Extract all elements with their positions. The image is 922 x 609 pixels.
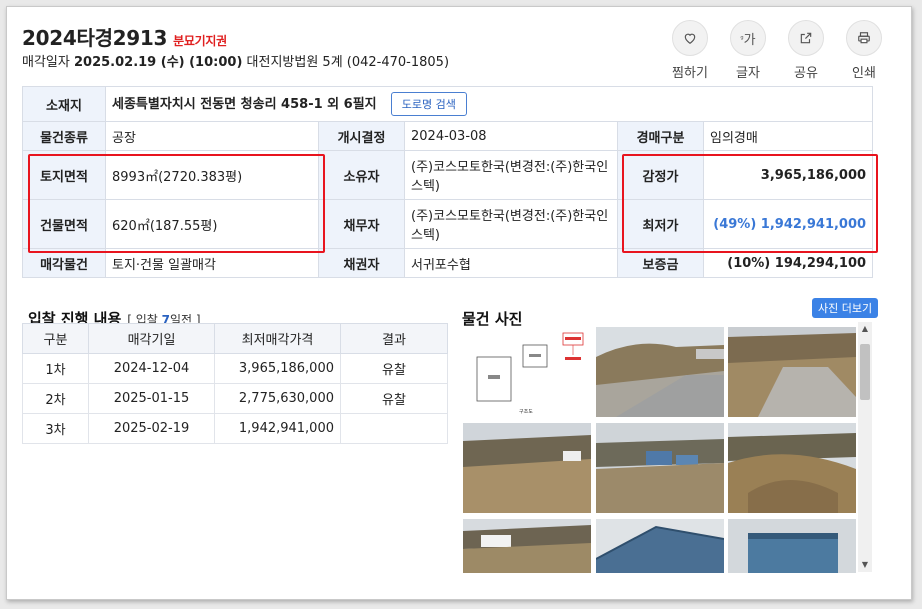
- start-value: 2024-03-08: [404, 121, 618, 151]
- court-info: 대전지방법원 5계 (042-470-1805): [246, 55, 450, 70]
- photo-thumb-4[interactable]: [463, 423, 591, 513]
- location-label: 소재지: [22, 86, 106, 122]
- building-area-label: 건물면적: [22, 199, 106, 249]
- table-row: 3차 2025-02-19 1,942,941,000: [22, 413, 448, 444]
- round-cell: 2차: [22, 383, 89, 414]
- building-area-value: 620㎡(187.55평): [105, 199, 319, 249]
- photo-thumb-5[interactable]: [596, 423, 724, 513]
- round-cell: 3차: [22, 413, 89, 444]
- sale-date-line: 매각일자 2025.02.19 (수) (10:00) 대전지방법원 5계 (0…: [22, 51, 449, 70]
- share-label: 공유: [794, 66, 818, 81]
- min-price-value: (49%) 1,942,941,000: [702, 199, 874, 249]
- creditor-label: 채권자: [318, 248, 405, 278]
- heart-icon: [672, 20, 708, 56]
- photo-thumb-2[interactable]: [596, 327, 724, 417]
- auction-type-value: 임의경매: [702, 121, 874, 151]
- date-cell: 2024-12-04: [88, 353, 215, 384]
- photo-thumb-7[interactable]: [463, 519, 591, 573]
- photo-thumb-8[interactable]: [596, 519, 724, 573]
- result-cell: 유찰: [340, 383, 448, 414]
- result-cell: 유찰: [340, 353, 448, 384]
- scroll-down-icon[interactable]: ▼: [858, 558, 872, 572]
- text-size-button[interactable]: ᵍ가 글자: [730, 20, 766, 81]
- owner-value: (주)코스모토한국(변경전:(주)한국인스텍): [404, 150, 618, 200]
- sale-object-label: 매각물건: [22, 248, 106, 278]
- scroll-up-icon[interactable]: ▲: [858, 322, 872, 336]
- action-bar: 찜하기 ᵍ가 글자 공유 인쇄: [672, 20, 882, 81]
- price-cell: 3,965,186,000: [214, 353, 341, 384]
- deposit-value: (10%) 194,294,100: [702, 248, 874, 278]
- photo-thumb-3[interactable]: [728, 327, 856, 417]
- grave-right-badge: 분묘기지권: [173, 34, 227, 48]
- sale-date-label: 매각일자: [22, 55, 70, 70]
- debtor-value: (주)코스모토한국(변경전:(주)한국인스텍): [404, 199, 618, 249]
- sale-date-value: 2025.02.19 (수) (10:00): [73, 55, 243, 70]
- road-name-search-button[interactable]: 도로명 검색: [390, 92, 467, 116]
- table-row: 2차 2025-01-15 2,775,630,000 유찰: [22, 383, 448, 414]
- deposit-label: 보증금: [617, 248, 704, 278]
- sale-object-value: 토지·건물 일괄매각: [105, 248, 319, 278]
- table-row: 1차 2024-12-04 3,965,186,000 유찰: [22, 353, 448, 384]
- auction-type-label: 경매구분: [617, 121, 704, 151]
- creditor-value: 서귀포수협: [404, 248, 618, 278]
- print-label: 인쇄: [852, 66, 876, 81]
- bid-history-table: 구분 매각기일 최저매각가격 결과 1차 2024-12-04 3,965,18…: [22, 323, 448, 444]
- round-cell: 1차: [22, 353, 89, 384]
- owner-label: 소유자: [318, 150, 405, 200]
- land-area-label: 토지면적: [22, 150, 106, 200]
- result-cell: [340, 413, 448, 444]
- start-label: 개시결정: [318, 121, 405, 151]
- bid-header-row: 구분 매각기일 최저매각가격 결과: [22, 323, 448, 354]
- col-min-price: 최저매각가격: [214, 323, 341, 354]
- appraisal-label: 감정가: [617, 150, 704, 200]
- gallery-scrollbar[interactable]: ▲ ▼: [858, 322, 872, 572]
- price-cell: 1,942,941,000: [214, 413, 341, 444]
- debtor-label: 채무자: [318, 199, 405, 249]
- share-icon: [788, 20, 824, 56]
- more-photos-button[interactable]: 사진 더보기: [812, 298, 879, 318]
- type-value: 공장: [105, 121, 319, 151]
- text-size-glyph: 가: [743, 32, 756, 48]
- photo-thumb-site-plan[interactable]: 구조도: [463, 327, 591, 417]
- col-round: 구분: [22, 323, 89, 354]
- share-button[interactable]: 공유: [788, 20, 824, 81]
- favorite-label: 찜하기: [672, 66, 708, 81]
- photo-gallery: 구조도: [456, 319, 874, 573]
- photo-thumb-6[interactable]: [728, 423, 856, 513]
- favorite-button[interactable]: 찜하기: [672, 20, 708, 81]
- land-area-value: 8993㎡(2720.383평): [105, 150, 319, 200]
- print-button[interactable]: 인쇄: [846, 20, 882, 81]
- location-value: 세종특별자치시 전동면 청송리 458-1 외 6필지: [112, 97, 377, 112]
- site-plan-caption: 구조도: [519, 409, 533, 415]
- min-price-label: 최저가: [617, 199, 704, 249]
- location-cell: 세종특별자치시 전동면 청송리 458-1 외 6필지 도로명 검색: [104, 86, 874, 122]
- print-icon: [846, 20, 882, 56]
- col-result: 결과: [340, 323, 448, 354]
- text-size-icon: ᵍ가: [730, 20, 766, 56]
- price-cell: 2,775,630,000: [214, 383, 341, 414]
- type-label: 물건종류: [22, 121, 106, 151]
- scrollbar-thumb[interactable]: [860, 344, 870, 400]
- col-date: 매각기일: [88, 323, 215, 354]
- date-cell: 2025-02-19: [88, 413, 215, 444]
- property-info-table: 소재지 세종특별자치시 전동면 청송리 458-1 외 6필지 도로명 검색 물…: [22, 86, 874, 278]
- appraisal-value: 3,965,186,000: [702, 150, 874, 200]
- case-title: 2024타경2913 분묘기지권: [22, 22, 227, 51]
- photo-thumb-9[interactable]: [728, 519, 856, 573]
- case-number: 2024타경2913: [22, 26, 168, 50]
- text-size-label: 글자: [736, 66, 760, 81]
- date-cell: 2025-01-15: [88, 383, 215, 414]
